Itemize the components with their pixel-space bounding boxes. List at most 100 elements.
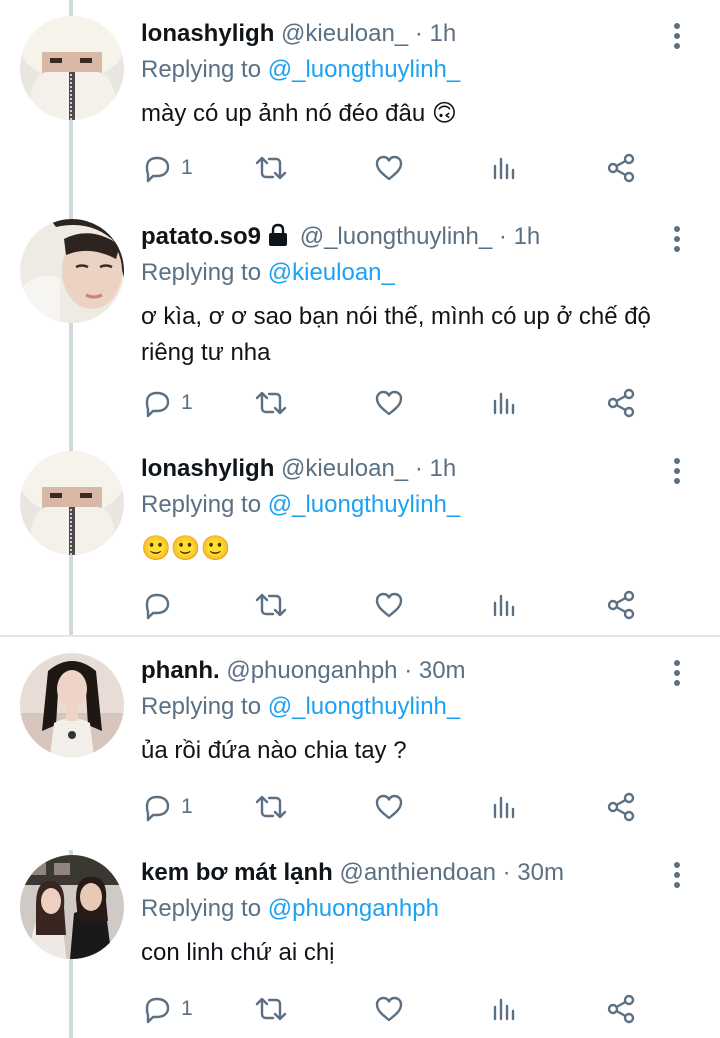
reply-count: 1 (181, 795, 193, 818)
like-button[interactable] (373, 585, 405, 625)
timestamp[interactable]: 1h (430, 20, 457, 47)
replying-to-mention[interactable]: @_luongthuylinh_ (268, 491, 461, 518)
replying-to: Replying to @phuonganhph (141, 893, 439, 925)
more-vertical-icon (674, 226, 680, 252)
username[interactable]: @phuonganhph (226, 657, 397, 684)
reply-button[interactable]: 1 (141, 148, 193, 188)
tweet[interactable]: lonashyligh @kieuloan_ · 1h Replying to … (0, 0, 720, 210)
analytics-icon (493, 594, 515, 617)
tweet[interactable]: phanh. @phuonganhph · 30m Replying to @_… (0, 637, 720, 840)
username[interactable]: @kieuloan_ (281, 455, 408, 482)
analytics-icon (493, 998, 515, 1021)
analytics-button[interactable] (491, 989, 519, 1029)
display-name[interactable]: lonashyligh (141, 20, 274, 47)
like-button[interactable] (373, 148, 405, 188)
share-icon (607, 153, 635, 183)
timestamp[interactable]: 1h (430, 455, 457, 482)
share-icon (607, 590, 635, 620)
tweet-actions: 1 (141, 383, 661, 423)
avatar[interactable] (20, 16, 124, 120)
reply-button[interactable]: 1 (141, 989, 193, 1029)
display-name[interactable]: lonashyligh (141, 455, 274, 482)
avatar-image (20, 653, 124, 757)
tweet-text: ủa rồi đứa nào chia tay ? (141, 737, 407, 764)
timestamp[interactable]: 30m (517, 859, 564, 886)
more-options-button[interactable] (662, 223, 692, 255)
tweet[interactable]: kem bơ mát lạnh @anthiendoan · 30m Reply… (0, 839, 720, 1038)
avatar-image (20, 16, 124, 120)
retweet-button[interactable] (253, 787, 289, 827)
analytics-button[interactable] (491, 585, 519, 625)
share-button[interactable] (605, 787, 637, 827)
display-name[interactable]: patato.so9 (141, 223, 261, 250)
replying-to-mention[interactable]: @phuonganhph (268, 895, 439, 922)
like-button[interactable] (373, 383, 405, 423)
display-name[interactable]: kem bơ mát lạnh (141, 859, 333, 886)
reply-icon (145, 997, 170, 1024)
timestamp[interactable]: 1h (514, 223, 541, 250)
replying-to: Replying to @kieuloan_ (141, 257, 395, 289)
retweet-icon (255, 156, 287, 180)
reply-button[interactable] (141, 585, 173, 625)
like-button[interactable] (373, 989, 405, 1029)
share-button[interactable] (605, 585, 637, 625)
replying-to-label: Replying to (141, 491, 262, 518)
avatar-image (20, 219, 124, 323)
display-name[interactable]: phanh. (141, 657, 220, 684)
replying-to-mention[interactable]: @_luongthuylinh_ (268, 693, 461, 720)
tweet[interactable]: lonashyligh @kieuloan_ · 1h Replying to … (0, 435, 720, 635)
tweet[interactable]: patato.so9 @_luongthuylinh_ · 1h Replyin… (0, 203, 720, 435)
avatar[interactable] (20, 219, 124, 323)
retweet-icon (255, 391, 287, 415)
heart-icon (375, 592, 403, 618)
reply-button[interactable]: 1 (141, 383, 193, 423)
avatar[interactable] (20, 451, 124, 555)
analytics-icon (493, 392, 515, 415)
avatar[interactable] (20, 855, 124, 959)
analytics-button[interactable] (491, 383, 519, 423)
timestamp[interactable]: 30m (419, 657, 466, 684)
username[interactable]: @_luongthuylinh_ (300, 223, 493, 250)
separator-dot: · (502, 859, 511, 886)
replying-to-mention[interactable]: @kieuloan_ (268, 259, 395, 286)
replying-to-label: Replying to (141, 895, 262, 922)
share-icon (607, 994, 635, 1024)
tweet-header: phanh. @phuonganhph · 30m (141, 655, 466, 687)
tweet-text: mày có up ảnh nó đéo đâu 🙃 (141, 100, 457, 127)
share-icon (607, 388, 635, 418)
analytics-button[interactable] (491, 148, 519, 188)
share-button[interactable] (605, 148, 637, 188)
reply-button[interactable]: 1 (141, 787, 193, 827)
retweet-button[interactable] (253, 148, 289, 188)
more-vertical-icon (674, 23, 680, 49)
tweet-actions: 1 (141, 989, 661, 1029)
heart-icon (375, 390, 403, 416)
share-button[interactable] (605, 383, 637, 423)
replying-to-mention[interactable]: @_luongthuylinh_ (268, 56, 461, 83)
avatar[interactable] (20, 653, 124, 757)
like-button[interactable] (373, 787, 405, 827)
username[interactable]: @anthiendoan (339, 859, 496, 886)
separator-dot: · (404, 657, 413, 684)
heart-icon (375, 794, 403, 820)
more-vertical-icon (674, 458, 680, 484)
replying-to: Replying to @_luongthuylinh_ (141, 691, 460, 723)
more-options-button[interactable] (662, 657, 692, 689)
analytics-icon (493, 157, 515, 180)
avatar-image (20, 451, 124, 555)
retweet-button[interactable] (253, 585, 289, 625)
username[interactable]: @kieuloan_ (281, 20, 408, 47)
tweet-header: lonashyligh @kieuloan_ · 1h (141, 453, 456, 485)
more-vertical-icon (674, 660, 680, 686)
analytics-button[interactable] (491, 787, 519, 827)
separator-dot: · (414, 20, 423, 47)
more-options-button[interactable] (662, 859, 692, 891)
more-options-button[interactable] (662, 455, 692, 487)
reply-count: 1 (181, 391, 193, 414)
share-button[interactable] (605, 989, 637, 1029)
retweet-button[interactable] (253, 989, 289, 1029)
retweet-icon (255, 795, 287, 819)
retweet-button[interactable] (253, 383, 289, 423)
avatar-image (20, 855, 124, 959)
more-options-button[interactable] (662, 20, 692, 52)
